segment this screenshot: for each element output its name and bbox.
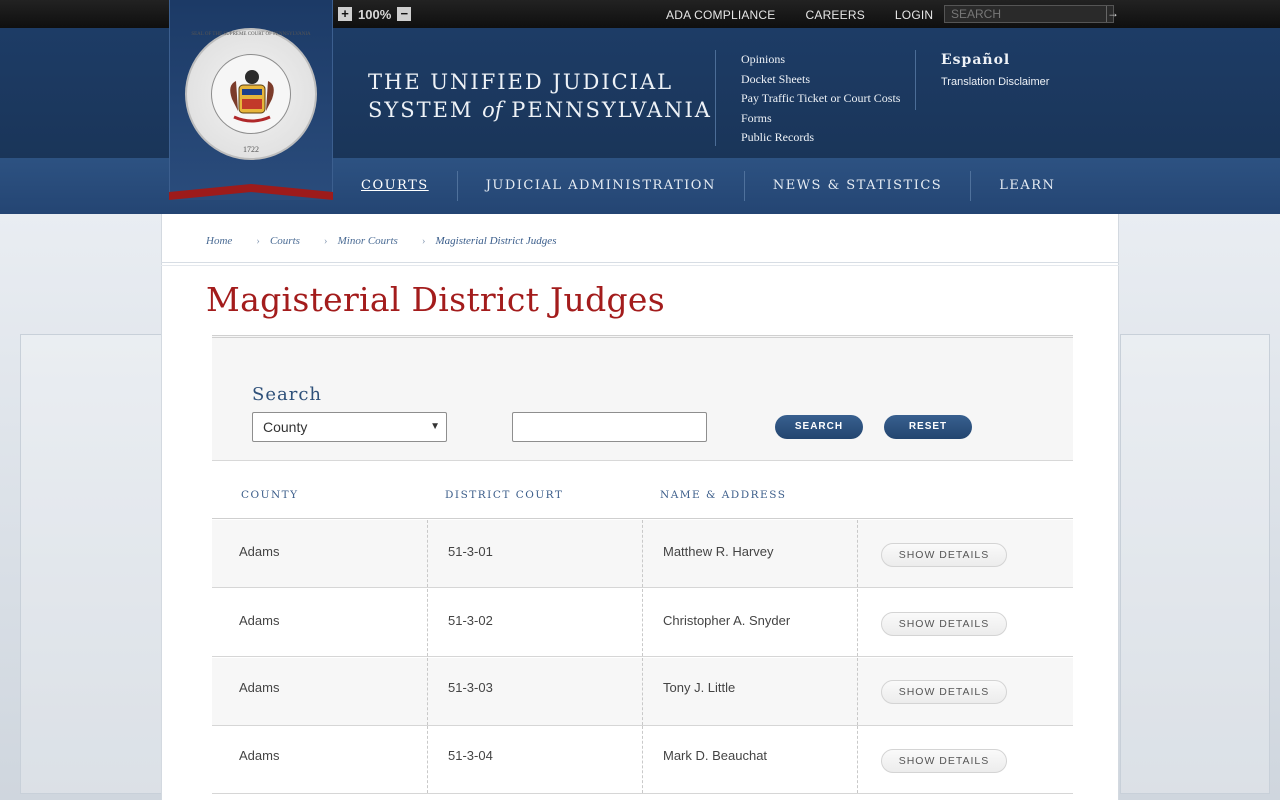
cell-name: Mark D. Beauchat	[663, 748, 768, 763]
docket-sheets-link[interactable]: Docket Sheets	[741, 72, 900, 92]
cell-district-court: 51-3-03	[448, 680, 493, 695]
cell-county: Adams	[239, 680, 280, 695]
coat-of-arms-icon	[230, 70, 274, 123]
header-divider	[915, 50, 916, 110]
chevron-right-icon: ›	[323, 235, 328, 247]
search-go-button[interactable]: →	[1106, 6, 1119, 22]
site-title[interactable]: THE UNIFIED JUDICIAL SYSTEM of PENNSYLVA…	[368, 68, 712, 124]
opinions-link[interactable]: Opinions	[741, 52, 900, 72]
divider	[161, 265, 1119, 266]
quick-links: Opinions Docket Sheets Pay Traffic Ticke…	[741, 52, 900, 150]
site-search: →	[944, 5, 1119, 23]
nav-courts[interactable]: COURTS	[333, 171, 458, 201]
seal-ring-text: SEAL OF THE SUPREME COURT OF PENNSYLVANI…	[191, 32, 311, 37]
col-header-district-court[interactable]: DISTRICT COURT	[445, 489, 563, 501]
supreme-court-seal-logo[interactable]: SEAL OF THE SUPREME COURT OF PENNSYLVANI…	[185, 28, 317, 160]
column-divider	[857, 520, 858, 587]
public-records-link[interactable]: Public Records	[741, 130, 900, 150]
cell-county: Adams	[239, 748, 280, 763]
column-divider	[642, 726, 643, 793]
pay-traffic-ticket-link[interactable]: Pay Traffic Ticket or Court Costs	[741, 91, 900, 111]
table-row: Adams 51-3-03 Tony J. Little SHOW DETAIL…	[212, 658, 1073, 726]
search-type-select[interactable]: County ▼	[252, 412, 447, 442]
forms-link[interactable]: Forms	[741, 111, 900, 131]
banner-ribbon	[169, 184, 333, 200]
table-row: Adams 51-3-01 Matthew R. Harvey SHOW DET…	[212, 520, 1073, 588]
reset-button[interactable]: RESET	[884, 415, 972, 439]
login-link[interactable]: LOGIN	[895, 8, 933, 22]
nav-judicial-administration[interactable]: JUDICIAL ADMINISTRATION	[458, 171, 745, 201]
page-title: Magisterial District Judges	[206, 280, 665, 319]
column-divider	[427, 589, 428, 656]
cell-district-court: 51-3-04	[448, 748, 493, 763]
column-divider	[857, 658, 858, 725]
show-details-button[interactable]: SHOW DETAILS	[881, 612, 1007, 636]
main-nav: COURTS JUDICIAL ADMINISTRATION NEWS & ST…	[333, 158, 1083, 214]
column-divider	[642, 658, 643, 725]
cell-county: Adams	[239, 544, 280, 559]
title-pennsylvania: PENNSYLVANIA	[502, 98, 712, 122]
background-building-left	[20, 334, 170, 794]
espanol-link[interactable]: Español	[941, 52, 1049, 68]
nav-news-statistics[interactable]: NEWS & STATISTICS	[745, 171, 972, 201]
cell-name: Tony J. Little	[663, 680, 736, 695]
zoom-in-icon[interactable]: +	[338, 7, 352, 21]
zoom-level: 100%	[358, 6, 392, 22]
cell-county: Adams	[239, 613, 280, 628]
utility-links: ADA COMPLIANCE CAREERS LOGIN	[666, 8, 933, 22]
breadcrumb-courts[interactable]: Courts	[270, 235, 300, 247]
column-divider	[427, 520, 428, 587]
breadcrumb-current: Magisterial District Judges	[435, 235, 557, 247]
search-input[interactable]	[512, 412, 707, 442]
divider	[161, 262, 1119, 263]
search-button[interactable]: SEARCH	[775, 415, 863, 439]
breadcrumb-home[interactable]: Home	[206, 235, 232, 247]
zoom-out-icon[interactable]: −	[397, 7, 412, 21]
zoom-controls: + 100% −	[338, 6, 412, 22]
table-row: Adams 51-3-04 Mark D. Beauchat SHOW DETA…	[212, 726, 1073, 794]
cell-name: Christopher A. Snyder	[663, 613, 791, 628]
seal-emblem	[211, 54, 291, 134]
column-divider	[427, 658, 428, 725]
breadcrumb: Home › Courts › Minor Courts › Magisteri…	[206, 235, 556, 247]
show-details-button[interactable]: SHOW DETAILS	[881, 543, 1007, 567]
column-divider	[857, 726, 858, 793]
search-type-value: County	[263, 419, 308, 435]
column-divider	[427, 726, 428, 793]
site-title-line-1: THE UNIFIED JUDICIAL	[368, 70, 674, 94]
header-divider	[715, 50, 716, 146]
col-header-county[interactable]: COUNTY	[241, 489, 299, 501]
show-details-button[interactable]: SHOW DETAILS	[881, 680, 1007, 704]
chevron-down-icon: ▼	[430, 421, 440, 432]
site-title-line-2: SYSTEM of PENNSYLVANIA	[368, 96, 712, 124]
column-divider	[642, 589, 643, 656]
cell-district-court: 51-3-01	[448, 544, 493, 559]
title-system: SYSTEM	[368, 98, 483, 122]
column-divider	[642, 520, 643, 587]
chevron-right-icon: ›	[421, 235, 426, 247]
seal-year: 1722	[243, 145, 259, 154]
title-of: of	[482, 98, 503, 122]
nav-learn[interactable]: LEARN	[971, 171, 1083, 201]
ada-compliance-link[interactable]: ADA COMPLIANCE	[666, 8, 776, 22]
table-row: Adams 51-3-02 Christopher A. Snyder SHOW…	[212, 589, 1073, 657]
translation-disclaimer-link[interactable]: Translation Disclaimer	[941, 76, 1049, 88]
chevron-right-icon: ›	[256, 235, 260, 247]
search-label: Search	[252, 384, 322, 405]
site-search-input[interactable]	[945, 6, 1106, 22]
background-building-right	[1120, 334, 1270, 794]
cell-name: Matthew R. Harvey	[663, 544, 774, 559]
language-links: Español Translation Disclaimer	[941, 52, 1049, 88]
col-header-name-address[interactable]: NAME & ADDRESS	[660, 489, 786, 501]
breadcrumb-minor-courts[interactable]: Minor Courts	[338, 235, 398, 247]
cell-district-court: 51-3-02	[448, 613, 493, 628]
table-header	[212, 461, 1073, 519]
search-panel	[212, 335, 1073, 461]
column-divider	[857, 589, 858, 656]
show-details-button[interactable]: SHOW DETAILS	[881, 749, 1007, 773]
careers-link[interactable]: CAREERS	[806, 8, 865, 22]
